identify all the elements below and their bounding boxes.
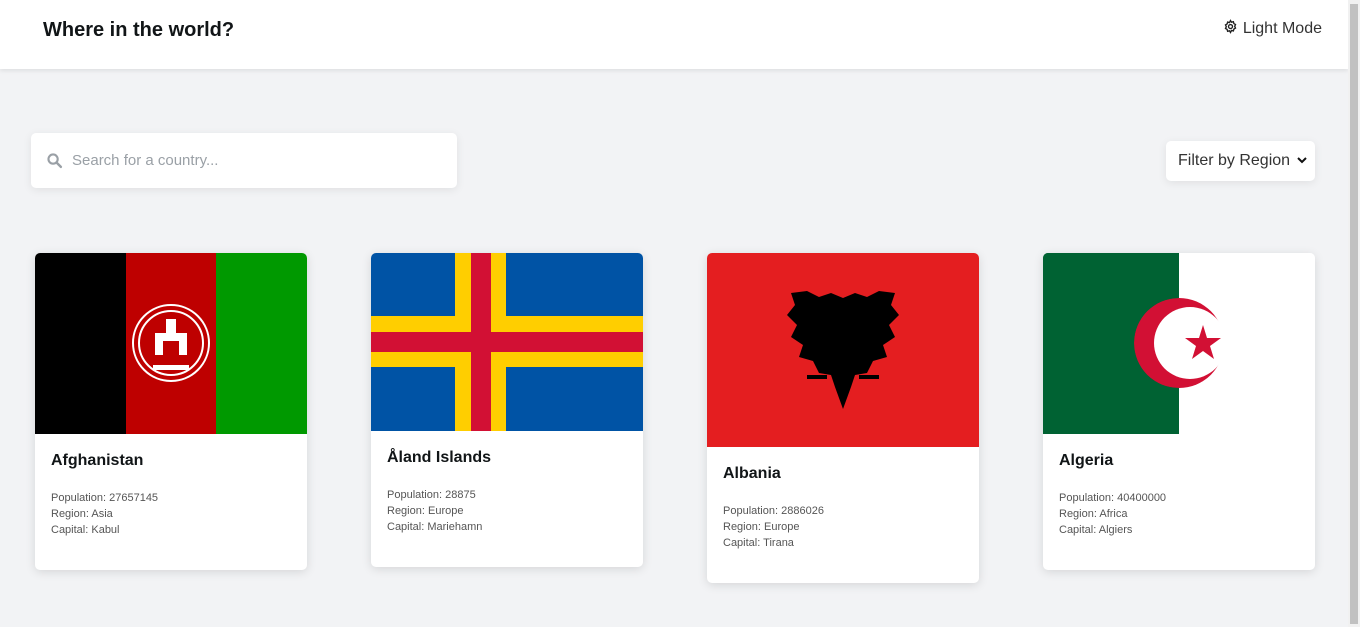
country-card-aland-islands[interactable]: Åland Islands Population: 28875 Region: … <box>371 253 643 567</box>
capital-line: Capital: Mariehamn <box>387 521 483 533</box>
country-card-afghanistan[interactable]: Afghanistan Population: 27657145 Region:… <box>35 253 307 570</box>
afghanistan-flag-image <box>35 253 307 434</box>
algeria-flag-image <box>1043 253 1315 434</box>
region-filter-label: Filter by Region <box>1178 152 1291 169</box>
region-line: Region: Africa <box>1059 508 1128 520</box>
search-box <box>31 133 457 188</box>
capital-line: Capital: Kabul <box>51 524 120 536</box>
capital-value: Mariehamn <box>427 521 483 533</box>
capital-line: Capital: Tirana <box>723 537 794 549</box>
theme-toggle-button[interactable]: Light Mode <box>1223 19 1322 39</box>
population-line: Population: 27657145 <box>51 492 159 504</box>
capital-value: Tirana <box>763 537 794 549</box>
population-line: Population: 2886026 <box>723 505 824 517</box>
population-line: Population: 40400000 <box>1059 492 1167 504</box>
albania-flag-image <box>707 253 979 447</box>
scrollbar-thumb[interactable] <box>1350 4 1358 624</box>
population-value: 28875 <box>445 489 476 501</box>
capital-value: Algiers <box>1098 524 1133 536</box>
region-value: Europe <box>427 505 464 517</box>
country-name: Åland Islands <box>387 449 492 466</box>
region-line: Region: Europe <box>387 505 464 517</box>
population-value: 40400000 <box>1117 492 1167 504</box>
region-line: Region: Europe <box>723 521 800 533</box>
search-input[interactable] <box>70 139 434 182</box>
region-filter-select[interactable]: Filter by Region <box>1166 141 1315 181</box>
app-title: Where in the world? <box>43 19 235 41</box>
population-value: 2886026 <box>781 505 824 517</box>
theme-toggle-label: Light Mode <box>1242 20 1322 37</box>
capital-line: Capital: Algiers <box>1059 524 1133 536</box>
search-icon <box>46 152 63 169</box>
aland-islands-flag-image <box>371 253 643 431</box>
region-line: Region: Asia <box>51 508 113 520</box>
country-card-albania[interactable]: Albania Population: 2886026 Region: Euro… <box>707 253 979 583</box>
population-line: Population: 28875 <box>387 489 476 501</box>
population-value: 27657145 <box>109 492 159 504</box>
capital-value: Kabul <box>91 524 120 536</box>
app-header: Where in the world? Light Mode <box>0 0 1348 69</box>
page-scrollbar[interactable] <box>1348 0 1360 627</box>
region-value: Africa <box>1099 508 1128 520</box>
gear-icon <box>1223 19 1238 39</box>
region-value: Europe <box>763 521 800 533</box>
region-value: Asia <box>91 508 113 520</box>
country-name: Algeria <box>1059 452 1114 469</box>
country-card-algeria[interactable]: Algeria Population: 40400000 Region: Afr… <box>1043 253 1315 570</box>
country-name: Albania <box>723 465 781 482</box>
country-name: Afghanistan <box>51 452 144 469</box>
chevron-down-icon <box>1297 152 1307 170</box>
